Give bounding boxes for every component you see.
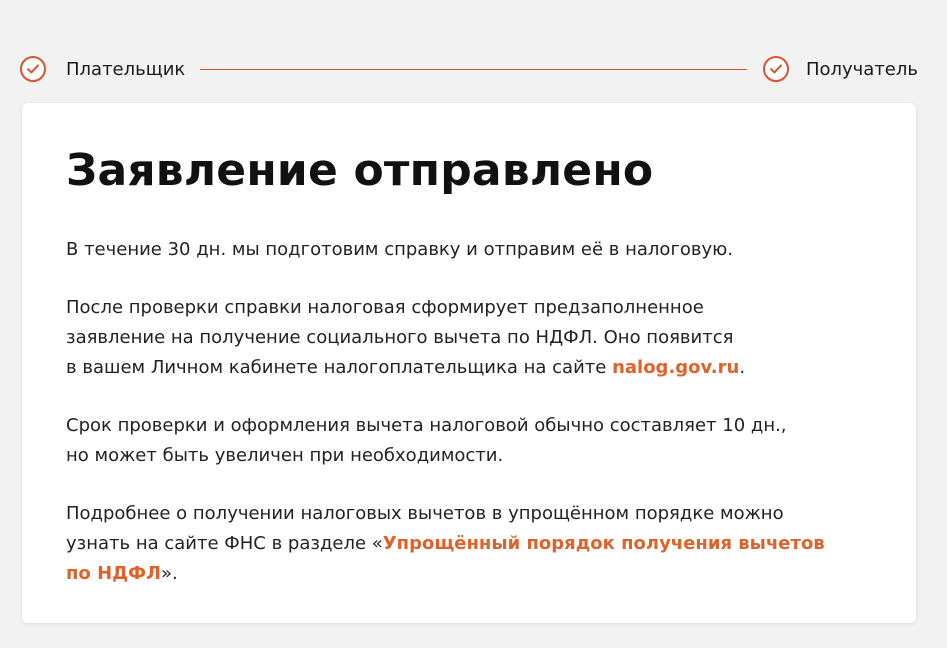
paragraph-prefilled: После проверки справки налоговая сформир…: [66, 293, 876, 383]
confirmation-card: Заявление отправлено В течение 30 дн. мы…: [22, 103, 916, 623]
paragraph-more-info: Подробнее о получении налоговых вычетов …: [66, 499, 876, 589]
paragraph-more-info-line1: Подробнее о получении налоговых вычетов …: [66, 503, 784, 524]
paragraph-deadline-line1: Срок проверки и оформления вычета налого…: [66, 415, 787, 436]
simplified-procedure-link-cont[interactable]: по НДФЛ: [66, 563, 161, 584]
step-recipient-label: Получатель: [805, 58, 918, 80]
paragraph-prefilled-line1: После проверки справки налоговая сформир…: [66, 297, 704, 318]
paragraph-prefilled-line2: заявление на получение социального вычет…: [66, 327, 734, 348]
page-title: Заявление отправлено: [66, 145, 654, 196]
nalog-link[interactable]: nalog.gov.ru: [612, 357, 739, 378]
paragraph-prefilled-line3: в вашем Личном кабинете налогоплательщик…: [66, 357, 613, 378]
card-body: В течение 30 дн. мы подготовим справку и…: [66, 235, 876, 617]
step-payer: Плательщик: [20, 56, 185, 82]
paragraph-timeline-text: В течение 30 дн. мы подготовим справку и…: [66, 239, 734, 260]
paragraph-more-info-line2: узнать на сайте ФНС в разделе «: [66, 533, 383, 554]
paragraph-more-info-end: ».: [160, 563, 178, 584]
paragraph-prefilled-end: .: [739, 357, 746, 378]
simplified-procedure-link[interactable]: Упрощённый порядок получения вычетов: [383, 533, 825, 554]
step-payer-label: Плательщик: [66, 58, 186, 80]
progress-stepper: Плательщик Получатель: [20, 52, 918, 86]
check-circle-icon: [20, 56, 46, 82]
paragraph-deadline-line2: но может быть увеличен при необходимости…: [66, 445, 504, 466]
paragraph-timeline: В течение 30 дн. мы подготовим справку и…: [66, 235, 876, 265]
step-connector: [200, 68, 747, 70]
paragraph-deadline: Срок проверки и оформления вычета налого…: [66, 411, 876, 471]
check-circle-icon: [762, 56, 789, 82]
step-recipient: Получатель: [762, 56, 918, 82]
